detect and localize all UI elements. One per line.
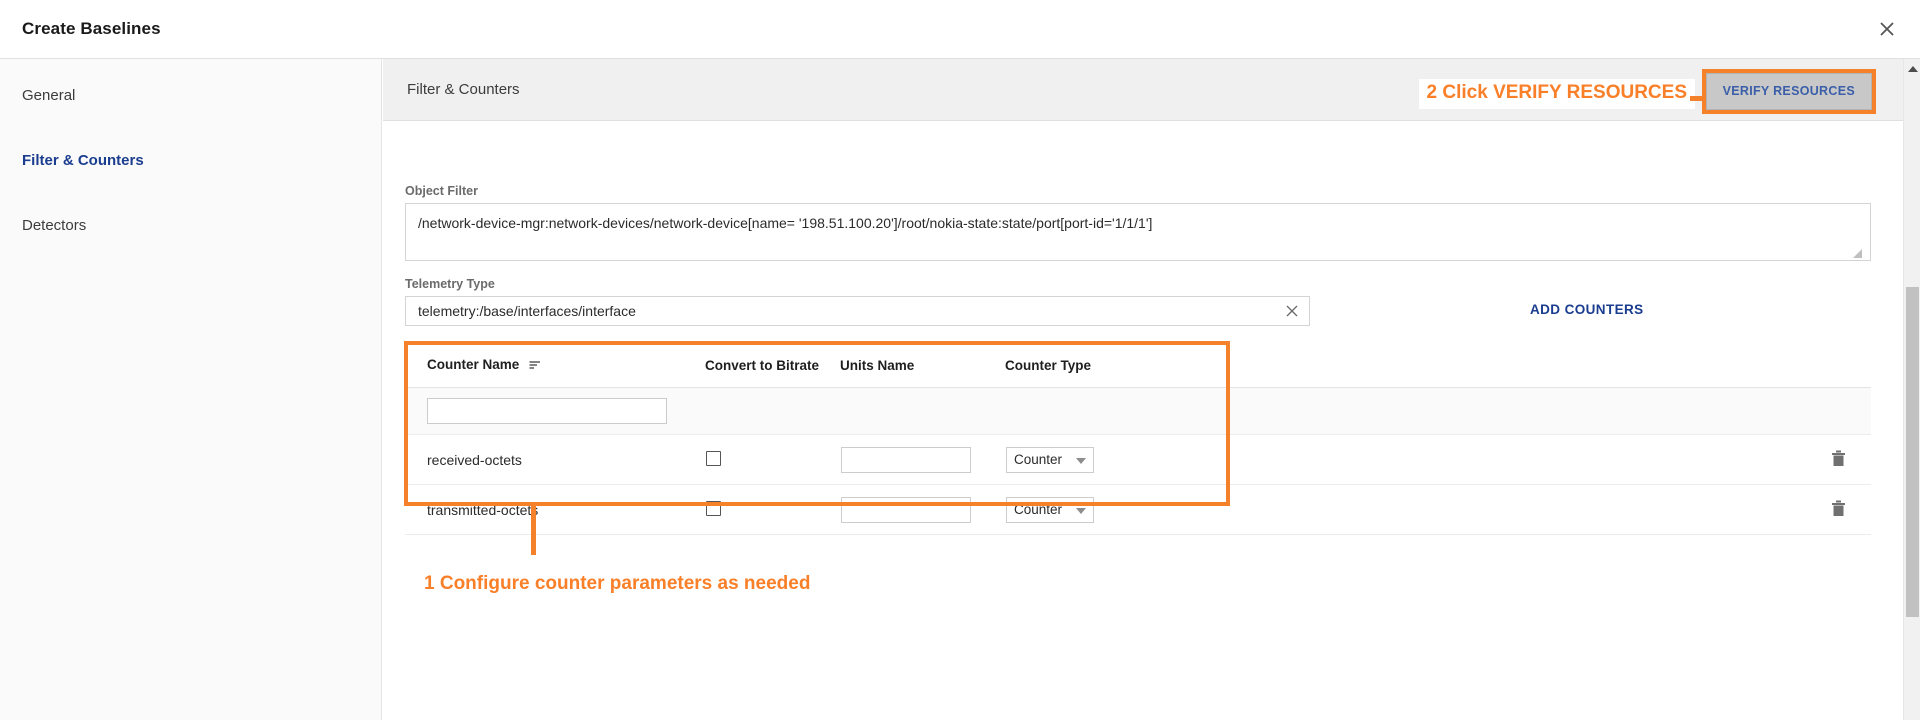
chevron-down-icon [1076,457,1086,464]
counter-type-select[interactable]: Counter [1006,496,1094,523]
column-header-counter-name-label: Counter Name [427,357,520,373]
trash-icon[interactable] [1831,450,1846,470]
table-row: transmitted-octets Counter [405,484,1871,535]
cell-counter-type: Counter [1005,434,1305,485]
trash-icon[interactable] [1831,500,1846,520]
convert-to-bitrate-checkbox[interactable] [706,500,721,516]
counter-type-value: Counter [1014,501,1063,517]
cell-actions [1805,484,1871,535]
cell-spacer [1305,434,1805,485]
table-row: received-octets Counter [405,434,1871,485]
filter-cell-counter-name [405,387,705,435]
filter-cell-convert-to-bitrate [705,387,840,435]
chevron-down-icon [1076,507,1086,514]
object-filter-label: Object Filter [405,184,478,198]
content-panel: Filter & Counters 2 Click VERIFY RESOURC… [383,59,1903,720]
clear-x-icon[interactable] [1283,302,1301,320]
verify-resources-button[interactable]: VERIFY RESOURCES [1705,73,1872,110]
units-name-input[interactable] [841,446,971,473]
cell-convert-to-bitrate [705,434,840,485]
create-baselines-dialog: Create Baselines General Filter & Counte… [0,0,1920,720]
column-header-units-name[interactable]: Units Name [840,343,1005,388]
add-counters-button[interactable]: ADD COUNTERS [1530,302,1644,317]
counter-type-select[interactable]: Counter [1006,446,1094,473]
counter-name-filter-input[interactable] [427,398,667,424]
sort-icon[interactable] [529,358,541,373]
sidebar-item-general[interactable]: General [22,87,75,104]
annotation-step1-text: 1 Configure counter parameters as needed [424,573,811,594]
object-filter-resize-handle[interactable] [1853,249,1862,258]
filter-cell-counter-type [1005,387,1305,435]
telemetry-type-field[interactable]: telemetry:/base/interfaces/interface [405,296,1310,326]
cell-convert-to-bitrate [705,484,840,535]
counters-table-header-row: Counter Name Convert to Bitrate Units Na… [405,343,1871,388]
verify-resources-highlight: VERIFY RESOURCES [1701,69,1876,114]
counter-type-value: Counter [1014,451,1063,467]
content-header: Filter & Counters 2 Click VERIFY RESOURC… [383,59,1903,121]
convert-to-bitrate-checkbox[interactable] [706,450,721,466]
counters-table: Counter Name Convert to Bitrate Units Na… [405,343,1871,535]
cell-units-name [840,434,1005,485]
cell-counter-type: Counter [1005,484,1305,535]
telemetry-type-value: telemetry:/base/interfaces/interface [418,303,636,319]
scrollbar-thumb[interactable] [1906,287,1919,617]
close-icon[interactable] [1872,14,1902,44]
scroll-up-arrow-icon[interactable] [1908,66,1918,72]
filter-cell-spacer [1305,387,1805,435]
sidebar-item-filter-counters[interactable]: Filter & Counters [22,152,144,169]
object-filter-input[interactable] [405,203,1871,261]
cell-counter-name: transmitted-octets [405,484,705,535]
cell-actions [1805,434,1871,485]
cell-counter-name: received-octets [405,434,705,485]
annotation-step2-text: 2 Click VERIFY RESOURCES [1418,79,1695,109]
form-area: Object Filter Telemetry Type telemetry:/… [383,122,1903,720]
column-header-actions [1805,343,1871,388]
column-header-convert-to-bitrate[interactable]: Convert to Bitrate [705,343,840,388]
page-title: Filter & Counters [407,81,520,98]
cell-units-name [840,484,1005,535]
filter-cell-actions [1805,387,1871,435]
vertical-scrollbar[interactable] [1903,59,1920,720]
sidebar-item-detectors[interactable]: Detectors [22,217,86,234]
counters-table-filter-row [405,387,1871,435]
column-header-spacer [1305,343,1805,388]
dialog-titlebar: Create Baselines [0,0,1920,59]
units-name-input[interactable] [841,496,971,523]
annotation-step1-connector [531,505,536,555]
cell-spacer [1305,484,1805,535]
filter-cell-units-name [840,387,1005,435]
dialog-title: Create Baselines [22,19,161,38]
column-header-counter-name[interactable]: Counter Name [405,343,705,388]
column-header-counter-type[interactable]: Counter Type [1005,343,1305,388]
dialog-sidebar: General Filter & Counters Detectors [0,59,382,720]
telemetry-type-label: Telemetry Type [405,277,495,291]
